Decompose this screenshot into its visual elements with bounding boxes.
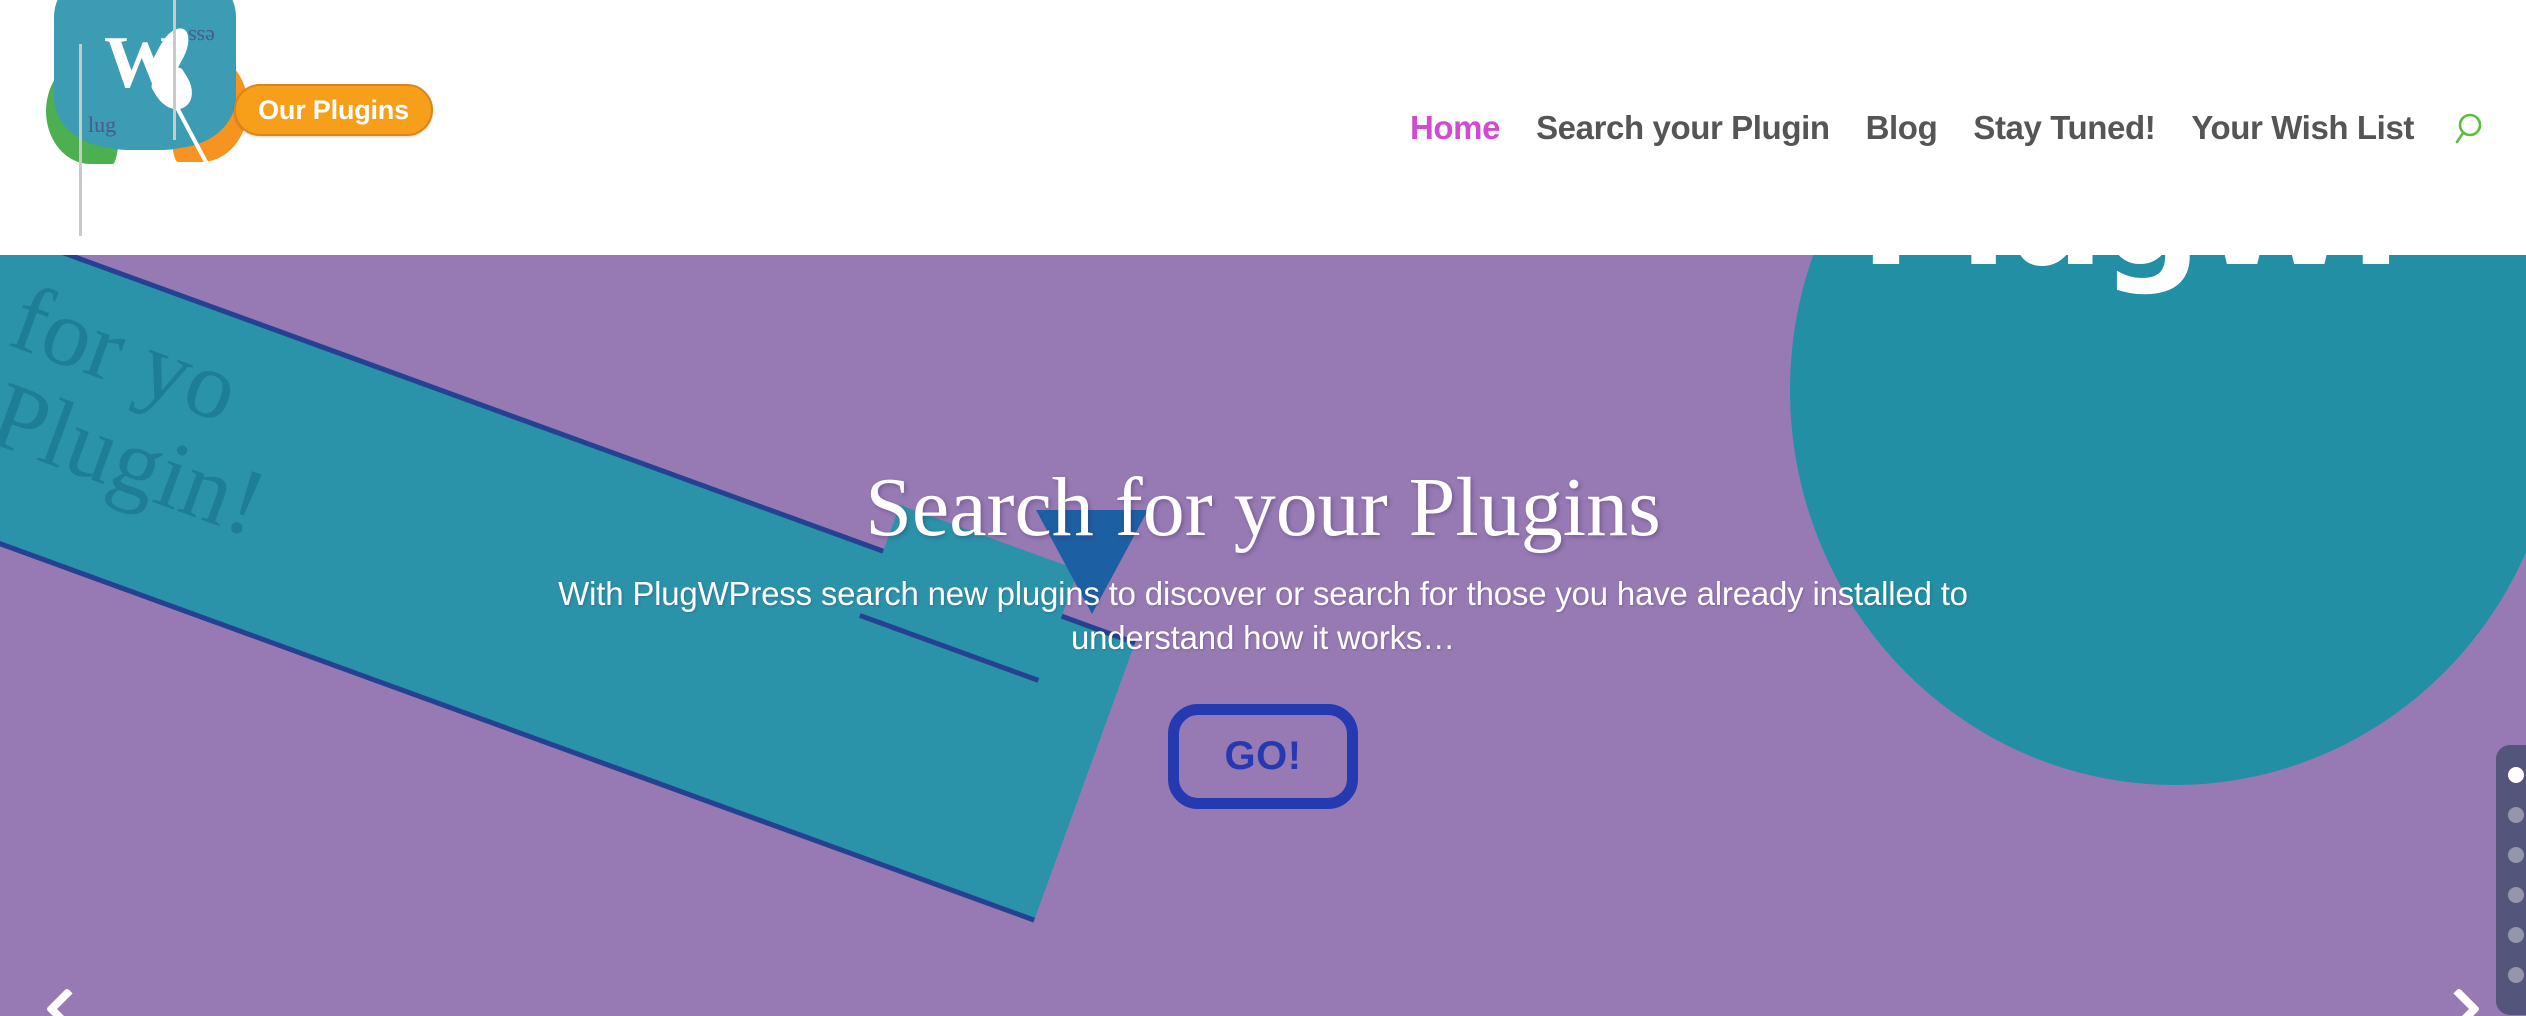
carousel-dot-5[interactable] bbox=[2508, 927, 2524, 943]
logo-divider-right bbox=[173, 0, 176, 140]
carousel-dot-4[interactable] bbox=[2508, 887, 2524, 903]
main-navigation: Home Search your Plugin Blog Stay Tuned!… bbox=[1374, 0, 2526, 255]
nav-item-search-your-plugin[interactable]: Search your Plugin bbox=[1536, 109, 1830, 147]
nav-item-home[interactable]: Home bbox=[1410, 109, 1500, 147]
nav-item-stay-tuned[interactable]: Stay Tuned! bbox=[1973, 109, 2155, 147]
carousel-dot-2[interactable] bbox=[2508, 807, 2524, 823]
logo-text-fragment-right: ess bbox=[188, 25, 215, 50]
carousel-prev-arrow-icon[interactable] bbox=[42, 982, 96, 1016]
hero-subtitle: With PlugWPress search new plugins to di… bbox=[558, 575, 1968, 657]
search-icon[interactable] bbox=[2454, 111, 2488, 145]
hero-slider: PlugWP rch for yo Plugin! Search for you… bbox=[0, 255, 2526, 1016]
site-logo[interactable]: lug ess W bbox=[40, 0, 270, 252]
site-header: lug ess W Our Plugins Home Search your P… bbox=[0, 0, 2526, 255]
our-plugins-button[interactable]: Our Plugins bbox=[234, 84, 433, 136]
nav-item-your-wish-list[interactable]: Your Wish List bbox=[2191, 109, 2414, 147]
hero-title: Search for your Plugins bbox=[865, 460, 1661, 554]
carousel-dot-6[interactable] bbox=[2508, 967, 2524, 983]
carousel-dot-3[interactable] bbox=[2508, 847, 2524, 863]
carousel-next-arrow-icon[interactable] bbox=[2437, 982, 2494, 1016]
hero-go-button[interactable]: GO! bbox=[1168, 704, 1358, 810]
hero-content: Search for your Plugins With PlugWPress … bbox=[0, 255, 2526, 1016]
nav-item-blog[interactable]: Blog bbox=[1866, 109, 1938, 147]
logo-text-fragment-left: lug bbox=[88, 112, 117, 137]
carousel-dot-1[interactable] bbox=[2508, 767, 2524, 783]
carousel-dot-rail bbox=[2496, 745, 2526, 1015]
logo-divider-left bbox=[79, 44, 82, 236]
